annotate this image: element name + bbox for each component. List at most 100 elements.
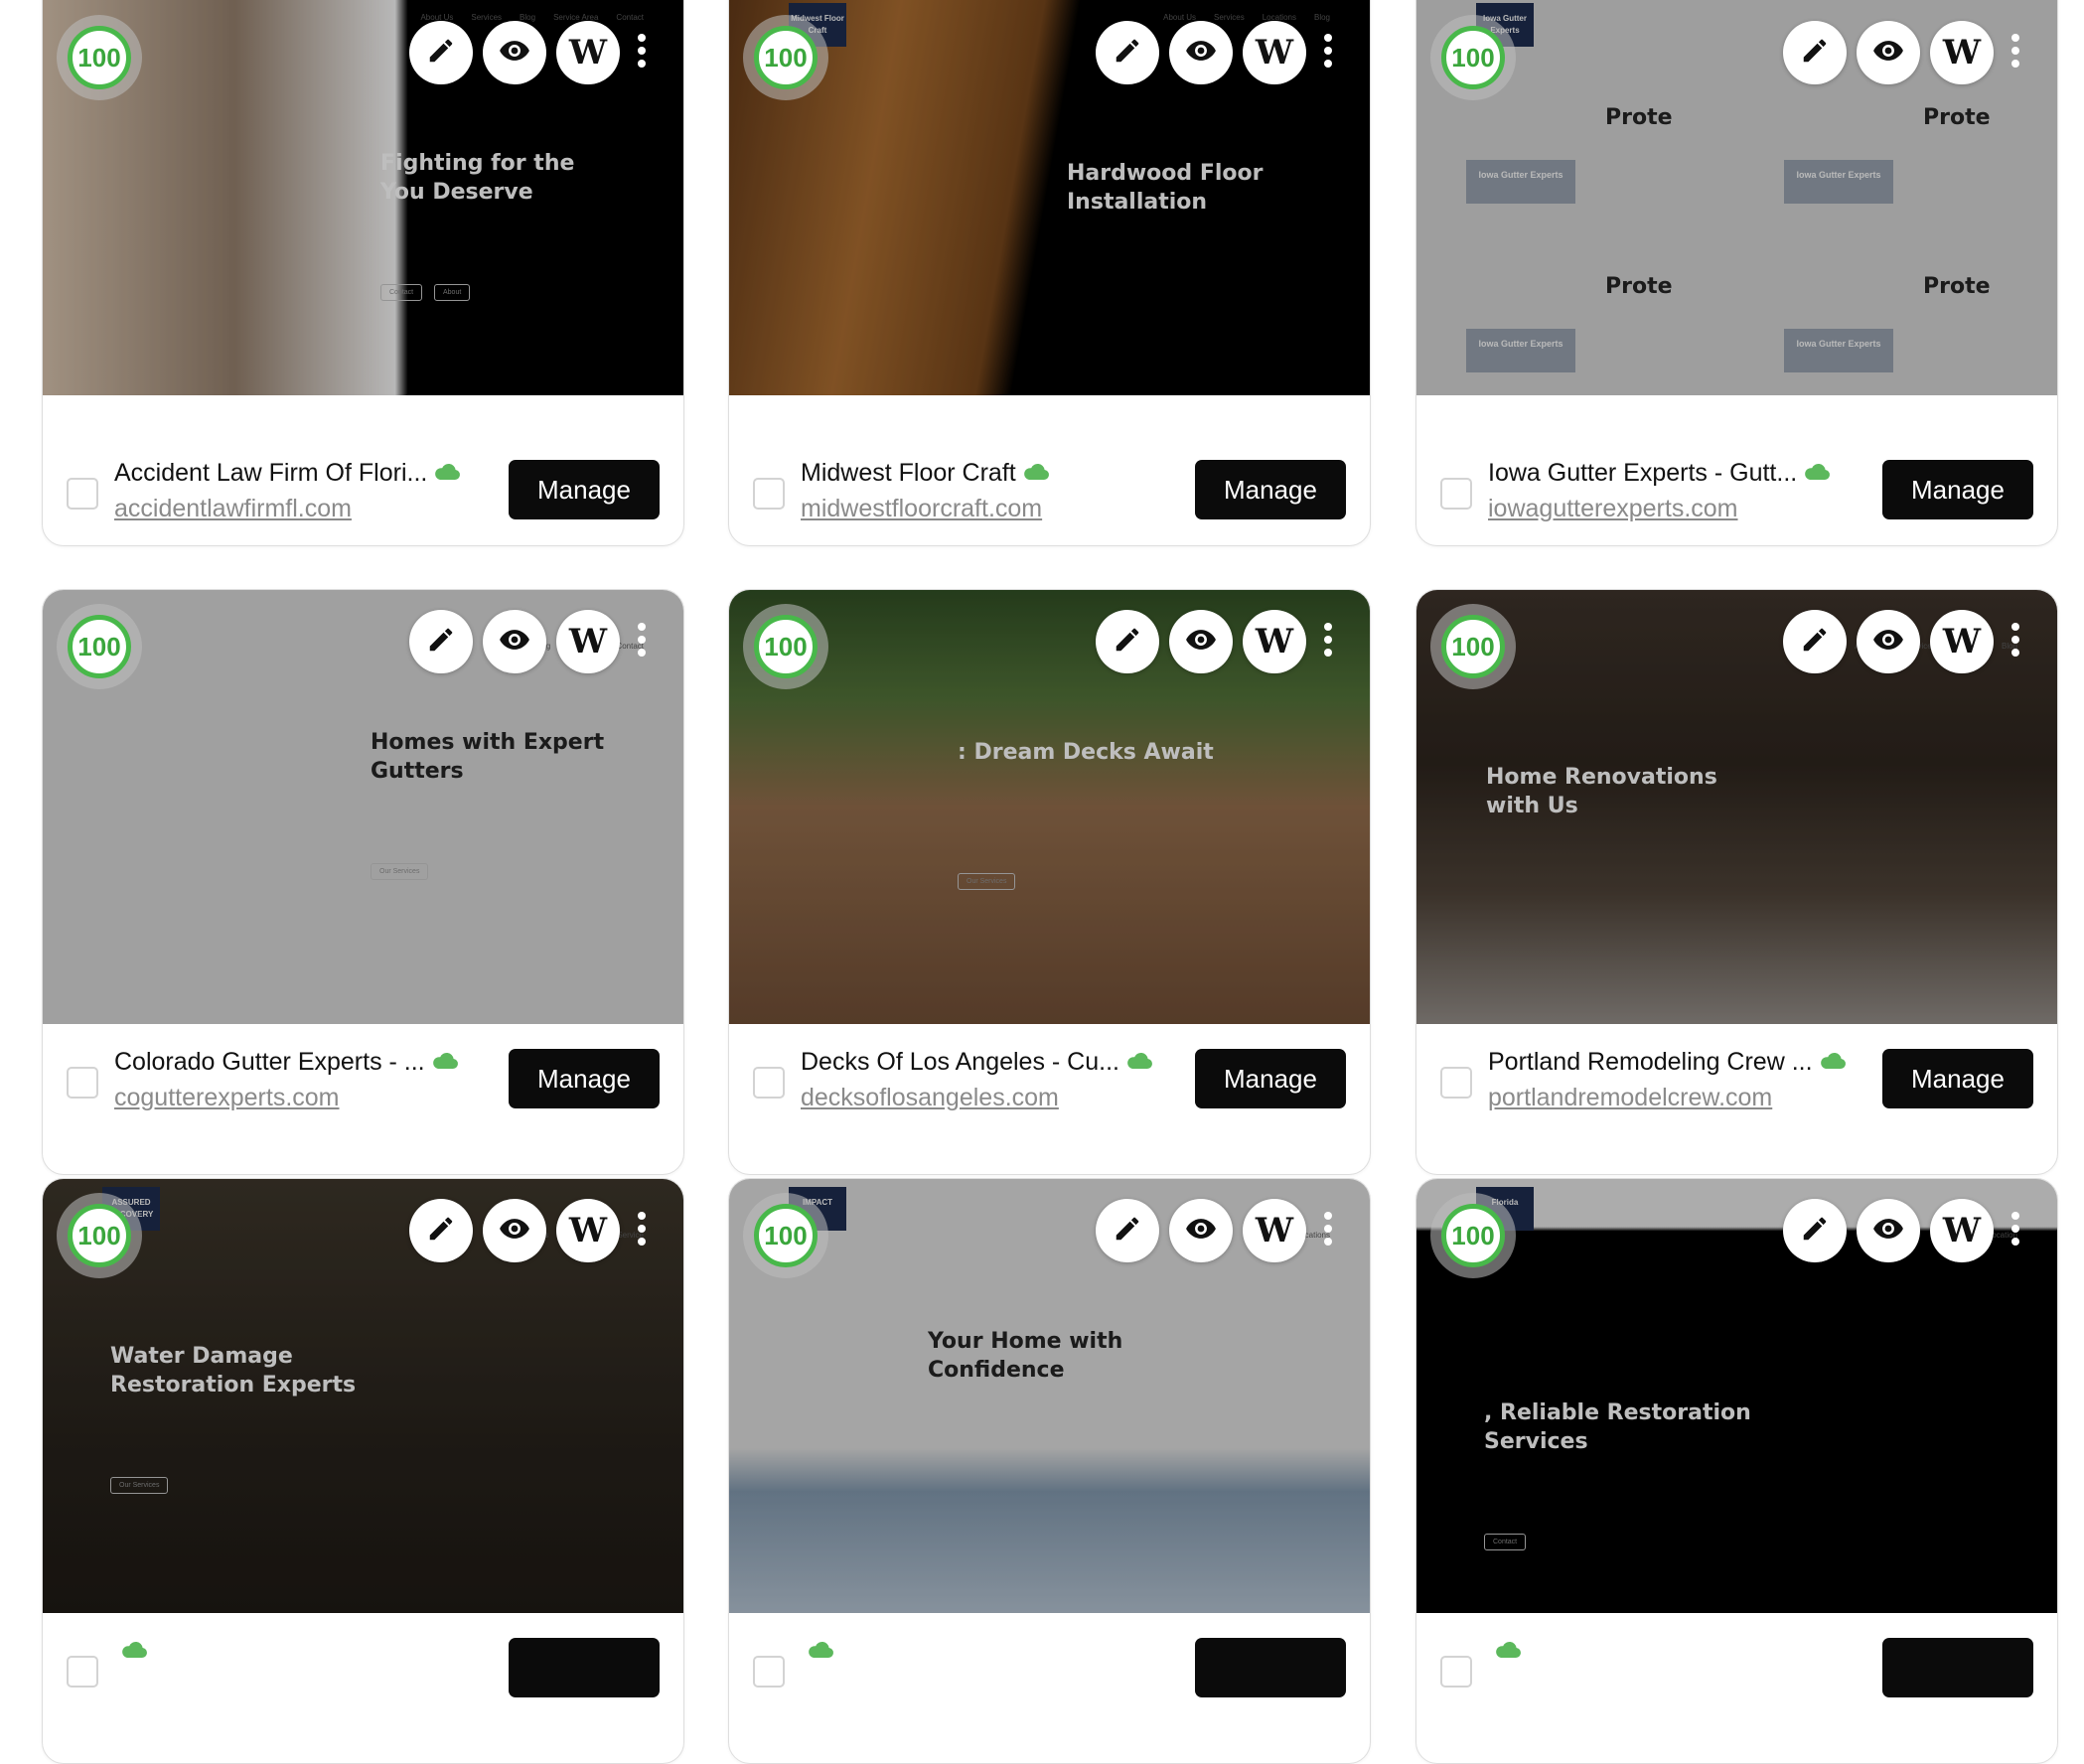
more-options-button[interactable] [1316,21,1340,84]
edit-button[interactable] [1783,610,1847,673]
score-ring: 100 [68,615,131,678]
score-value: 100 [764,1220,808,1250]
more-options-button[interactable] [2004,1199,2027,1262]
pencil-icon [426,36,456,71]
edit-button[interactable] [1783,1199,1847,1262]
manage-button[interactable] [509,1638,660,1697]
manage-button[interactable]: Manage [1195,1049,1346,1108]
more-options-button[interactable] [2004,610,2027,673]
edit-button[interactable] [1096,21,1159,84]
manage-button[interactable] [1195,1638,1346,1697]
site-info: Colorado Gutter Experts - ... cogutterexp… [43,1024,683,1174]
more-options-button[interactable] [1316,610,1340,673]
wordpress-admin-button[interactable]: W [1243,21,1306,84]
thumbnail-headline: : Dream Decks Await [958,740,1214,765]
select-checkbox[interactable] [67,1656,98,1688]
wordpress-admin-button[interactable]: W [556,610,620,673]
select-checkbox[interactable] [1440,478,1472,510]
edit-button[interactable] [1096,1199,1159,1262]
eye-icon [498,623,531,662]
site-url-link[interactable]: cogutterexperts.com [114,1084,340,1112]
select-checkbox[interactable] [67,478,98,510]
performance-score-badge: 100 [743,604,828,689]
site-name-text: Iowa Gutter Experts - Gutt... [1488,459,1798,487]
edit-button[interactable] [1096,610,1159,673]
site-name: Iowa Gutter Experts - Gutt... [1488,459,1831,489]
edit-button[interactable] [409,610,473,673]
site-url-link[interactable]: accidentlawfirmfl.com [114,495,352,523]
preview-button[interactable] [1857,1199,1920,1262]
more-options-button[interactable] [1316,1199,1340,1262]
select-checkbox[interactable] [753,1656,785,1688]
eye-icon [1184,1212,1218,1250]
manage-button[interactable]: Manage [1882,460,2033,519]
site-url-link[interactable]: midwestfloorcraft.com [801,495,1042,523]
manage-button[interactable]: Manage [1882,1049,2033,1108]
site-url-link[interactable]: decksoflosangeles.com [801,1084,1059,1112]
preview-button[interactable] [1169,1199,1233,1262]
thumbnail-button: About [434,284,471,301]
card-actions: W [1096,1199,1340,1262]
more-options-button[interactable] [630,21,654,84]
wordpress-admin-button[interactable]: W [556,1199,620,1262]
performance-score-badge: 100 [57,1193,142,1278]
wordpress-icon: W [1942,622,1982,662]
more-options-button[interactable] [630,1199,654,1262]
thumbnail-headline: Homes with Expert Gutters [371,730,605,784]
preview-button[interactable] [483,21,546,84]
wordpress-admin-button[interactable]: W [1930,1199,1994,1262]
preview-button[interactable] [483,610,546,673]
site-info: Portland Remodeling Crew ... portlandremo… [1416,1024,2057,1174]
edit-button[interactable] [409,21,473,84]
kebab-menu-icon [2010,621,2020,663]
site-name: Midwest Floor Craft [801,459,1050,489]
score-value: 100 [1451,631,1495,662]
performance-score-badge: 100 [1430,15,1516,100]
wordpress-admin-button[interactable]: W [556,21,620,84]
eye-icon [1184,34,1218,73]
more-options-button[interactable] [2004,21,2027,84]
thumbnail-tile-logo: Iowa Gutter Experts [1466,329,1575,372]
wordpress-admin-button[interactable]: W [1243,610,1306,673]
manage-button[interactable]: Manage [509,1049,660,1108]
thumbnail-button: Contact [380,284,423,301]
select-checkbox[interactable] [1440,1067,1472,1099]
wordpress-icon: W [1255,1211,1294,1250]
pencil-icon [1800,1214,1830,1249]
cloud-icon [1819,1049,1847,1078]
preview-button[interactable] [483,1199,546,1262]
wordpress-admin-button[interactable]: W [1243,1199,1306,1262]
site-url-link[interactable]: iowagutterexperts.com [1488,495,1738,523]
score-value: 100 [1451,42,1495,73]
wordpress-admin-button[interactable]: W [1930,21,1994,84]
thumbnail-tile-text: Prote [1923,105,1991,130]
wordpress-admin-button[interactable]: W [1930,610,1994,673]
card-actions: W [1783,1199,2027,1262]
preview-button[interactable] [1169,21,1233,84]
score-value: 100 [77,631,121,662]
select-checkbox[interactable] [753,478,785,510]
pencil-icon [426,625,456,660]
manage-button[interactable] [1882,1638,2033,1697]
cloud-icon [433,460,461,489]
select-checkbox[interactable] [753,1067,785,1099]
site-url-link[interactable]: portlandremodelcrew.com [1488,1084,1772,1112]
site-name: Decks Of Los Angeles - Cu... [801,1048,1153,1078]
edit-button[interactable] [409,1199,473,1262]
manage-button[interactable]: Manage [509,460,660,519]
thumbnail-headline: Fighting for the You Deserve [380,151,575,205]
thumbnail-headline: Your Home with Confidence [928,1329,1123,1383]
manage-button[interactable]: Manage [1195,460,1346,519]
select-checkbox[interactable] [67,1067,98,1099]
preview-button[interactable] [1169,610,1233,673]
edit-button[interactable] [1783,21,1847,84]
kebab-menu-icon [1323,1210,1333,1252]
preview-button[interactable] [1857,21,1920,84]
wordpress-icon: W [1255,33,1294,73]
more-options-button[interactable] [630,610,654,673]
select-checkbox[interactable] [1440,1656,1472,1688]
pencil-icon [1113,36,1142,71]
preview-button[interactable] [1857,610,1920,673]
site-name: Accident Law Firm Of Flori... [114,459,461,489]
kebab-menu-icon [637,1210,647,1252]
